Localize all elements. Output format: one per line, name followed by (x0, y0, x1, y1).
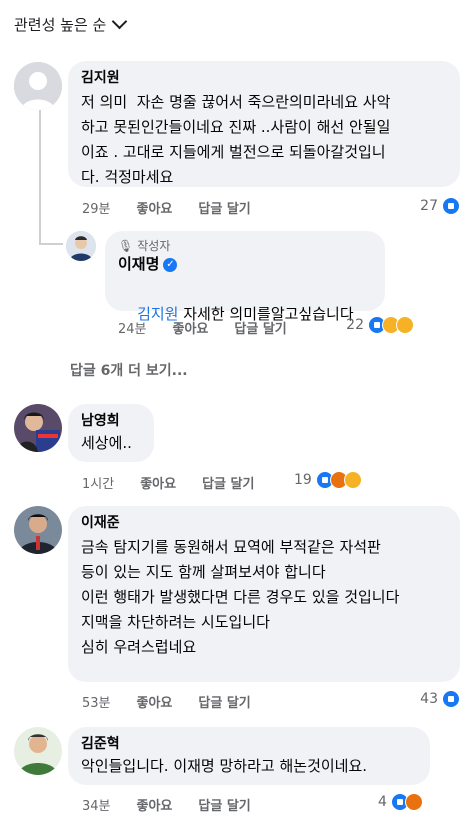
chevron-down-icon (112, 13, 128, 30)
sort-label: 관련성 높은 순 (14, 16, 107, 34)
reaction-summary[interactable]: 43 (420, 690, 460, 708)
reaction-count: 27 (420, 198, 438, 214)
thread-line (39, 110, 41, 245)
reaction-summary[interactable]: 19 (294, 471, 362, 489)
default-avatar-icon (14, 62, 62, 110)
reaction-summary[interactable]: 27 (420, 197, 460, 215)
comment-bubble: 김준혁 악인들입니다. 이재명 망하라고 해논것이네요. (68, 727, 430, 785)
reply-button[interactable]: 답글 달기 (198, 795, 250, 814)
author-tag: 🎙 작성자 (118, 237, 372, 254)
reaction-count: 22 (346, 317, 364, 333)
avatar[interactable] (14, 62, 62, 110)
commenter-name[interactable]: 이재준 (81, 514, 447, 533)
angry-reaction-icon (404, 793, 423, 811)
author-tag-label: 작성자 (137, 239, 171, 253)
comment-time[interactable]: 1시간 (82, 473, 114, 492)
profile-photo-icon (14, 506, 62, 554)
reply-bubble: 🎙 작성자 이재명 ✓ 김지원 자세한 의미를알고싶습니다 (105, 231, 385, 323)
profile-photo-icon (14, 727, 62, 775)
comment-actions: 1시간 좋아요 답글 달기 (82, 473, 254, 492)
sad-reaction-icon (343, 471, 362, 489)
avatar[interactable] (66, 231, 96, 261)
reaction-summary[interactable]: 4 (378, 793, 423, 811)
more-replies-link[interactable]: 답글 6개 더 보기... (70, 360, 188, 380)
comment-time[interactable]: 34분 (82, 795, 111, 814)
comment-actions: 53분 좋아요 답글 달기 (82, 692, 251, 711)
reply-button[interactable]: 답글 달기 (202, 473, 254, 492)
like-button[interactable]: 좋아요 (137, 198, 173, 217)
avatar[interactable] (14, 727, 62, 775)
commenter-name[interactable]: 김준혁 (81, 735, 417, 754)
comment-text: 김지원 자세한 의미를알고싶습니다 (118, 277, 372, 352)
comment-bubble: 남영희 세상에.. (68, 404, 154, 462)
sort-dropdown[interactable]: 관련성 높은 순 (14, 13, 128, 35)
like-reaction-icon (442, 690, 460, 708)
commenter-name[interactable]: 김지원 (81, 69, 447, 88)
reaction-count: 4 (378, 794, 387, 810)
like-button[interactable]: 좋아요 (137, 692, 173, 711)
commenter-name-text: 이재명 (118, 255, 160, 273)
reaction-count: 43 (420, 691, 438, 707)
reaction-summary[interactable]: 22 (346, 316, 414, 334)
reaction-count: 19 (294, 472, 312, 488)
avatar[interactable] (14, 506, 62, 554)
verified-badge-icon: ✓ (163, 257, 178, 272)
like-button[interactable]: 좋아요 (173, 318, 209, 337)
comment-time[interactable]: 24분 (118, 318, 147, 337)
comment-text: 저 의미 자손 명줄 끊어서 죽으란의미라네요 사악 하고 못된인간들이네요 진… (81, 93, 391, 186)
comment-text: 악인들입니다. 이재명 망하라고 해논것이네요. (81, 757, 368, 775)
like-reaction-icon (442, 197, 460, 215)
commenter-name[interactable]: 이재명 ✓ (118, 255, 372, 274)
microphone-icon: 🎙 (118, 238, 134, 253)
reply-button[interactable]: 답글 달기 (234, 318, 286, 337)
commenter-name[interactable]: 남영희 (81, 412, 141, 431)
profile-photo-icon (14, 404, 62, 452)
comment-actions: 34분 좋아요 답글 달기 (82, 795, 251, 814)
comment-text: 세상에.. (81, 434, 132, 452)
sad-reaction-icon (396, 316, 414, 334)
like-button[interactable]: 좋아요 (137, 795, 173, 814)
comment-bubble: 김지원 저 의미 자손 명줄 끊어서 죽으란의미라네요 사악 하고 못된인간들이… (68, 61, 460, 187)
avatar[interactable] (14, 404, 62, 452)
comment-time[interactable]: 53분 (82, 692, 111, 711)
comment-text: 금속 탐지기를 동원해서 묘역에 부적같은 자석판 등이 있는 지도 함께 살펴… (81, 538, 400, 656)
like-button[interactable]: 좋아요 (140, 473, 176, 492)
reply-button[interactable]: 답글 달기 (198, 692, 250, 711)
thread-line-curve (39, 243, 63, 245)
comment-bubble: 이재준 금속 탐지기를 동원해서 묘역에 부적같은 자석판 등이 있는 지도 함… (68, 506, 460, 682)
comment-actions: 29분 좋아요 답글 달기 (82, 198, 251, 217)
reply-button[interactable]: 답글 달기 (198, 198, 250, 217)
comment-actions: 24분 좋아요 답글 달기 (118, 318, 287, 337)
comment-time[interactable]: 29분 (82, 198, 111, 217)
profile-photo-icon (66, 231, 96, 261)
